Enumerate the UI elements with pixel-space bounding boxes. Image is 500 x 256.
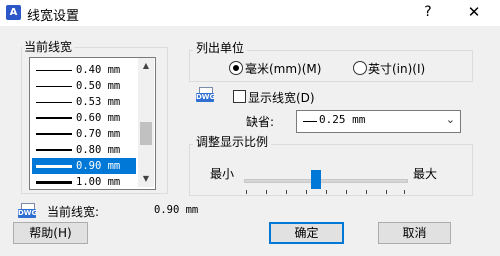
scroll-thumb[interactable] xyxy=(140,122,152,145)
scale-slider-track[interactable] xyxy=(244,179,408,183)
lineweight-sample-line xyxy=(36,181,72,184)
mm-radio[interactable] xyxy=(229,61,243,75)
lineweight-list[interactable]: 0.40 mm 0.50 mm 0.53 mm 0.60 mm 0.70 mm 0.80 … xyxy=(29,57,156,190)
scale-slider-thumb[interactable] xyxy=(311,170,321,189)
slider-tick xyxy=(346,190,347,194)
lineweight-sample-line xyxy=(36,133,72,135)
lineweight-list-item[interactable]: 0.90 mm xyxy=(32,158,136,174)
mm-radio-dot xyxy=(233,65,239,71)
lineweight-item-label: 0.50 mm xyxy=(76,80,121,92)
lineweight-item-label: 0.80 mm xyxy=(76,144,121,156)
lineweight-sample-line xyxy=(36,165,72,168)
lineweight-list-item[interactable]: 0.70 mm xyxy=(32,126,136,142)
lineweight-list-scrollbar[interactable]: ▲ ▼ xyxy=(138,58,154,187)
dwg-icon: DWG xyxy=(196,87,215,102)
chevron-down-icon[interactable]: ⌄ xyxy=(446,113,455,126)
lineweight-list-item[interactable]: 0.53 mm xyxy=(32,94,136,110)
scroll-up-icon[interactable]: ▲ xyxy=(138,59,154,73)
cancel-button[interactable]: 取消 xyxy=(378,222,451,244)
slider-tick xyxy=(404,190,405,194)
slider-tick xyxy=(286,190,287,194)
lineweight-sample-line xyxy=(36,117,72,119)
lineweight-item-label: 1.00 mm xyxy=(76,176,121,188)
current-lineweight-readout-label: 当前线宽: xyxy=(47,205,100,219)
lineweight-item-label: 0.60 mm xyxy=(76,112,121,124)
ok-button[interactable]: 确定 xyxy=(269,222,344,244)
default-label: 缺省: xyxy=(246,115,275,129)
dwg-icon: DWG xyxy=(18,203,37,218)
display-lineweight-label[interactable]: 显示线宽(D) xyxy=(248,89,315,106)
lineweight-sample-line xyxy=(36,70,72,71)
inch-radio-label[interactable]: 英寸(in)(I) xyxy=(368,60,425,77)
lineweight-list-item[interactable]: 0.60 mm xyxy=(32,110,136,126)
lineweight-list-item[interactable]: 0.40 mm xyxy=(32,62,136,78)
lineweight-sample-line xyxy=(36,102,72,103)
help-button[interactable]: 帮助(H) xyxy=(13,222,88,244)
lineweight-list-item[interactable]: 0.80 mm xyxy=(32,142,136,158)
slider-tick xyxy=(306,190,307,194)
close-button[interactable]: ✕ xyxy=(462,2,486,22)
lineweight-item-label: 0.90 mm xyxy=(76,160,121,172)
lineweight-item-label: 0.53 mm xyxy=(76,96,121,108)
lineweight-preview xyxy=(303,121,317,122)
default-lineweight-dropdown[interactable]: 0.25 mm ⌄ xyxy=(296,110,461,133)
inch-radio[interactable] xyxy=(353,61,367,75)
scale-max-label: 最大 xyxy=(413,167,438,181)
display-lineweight-checkbox[interactable] xyxy=(233,90,246,103)
title-bar: A 线宽设置 ? ✕ xyxy=(0,0,500,26)
current-lineweight-group-label: 当前线宽 xyxy=(22,38,75,55)
lineweight-sample-line xyxy=(36,149,72,151)
mm-radio-label[interactable]: 毫米(mm)(M) xyxy=(245,60,321,77)
lineweight-item-label: 0.70 mm xyxy=(76,128,121,140)
default-lineweight-value: 0.25 mm xyxy=(319,113,366,126)
lineweight-item-label: 0.40 mm xyxy=(76,64,121,76)
current-lineweight-readout-value: 0.90 mm xyxy=(154,204,199,216)
slider-tick xyxy=(366,190,367,194)
lineweight-sample-line xyxy=(36,86,72,87)
slider-tick xyxy=(386,190,387,194)
slider-tick xyxy=(266,190,267,194)
units-group-label: 列出单位 xyxy=(193,39,248,56)
slider-tick xyxy=(246,190,247,194)
app-logo-icon: A xyxy=(6,5,21,20)
scale-group-label: 调整显示比例 xyxy=(193,133,272,150)
help-question-button[interactable]: ? xyxy=(418,2,438,22)
lineweight-list-item[interactable]: 0.50 mm xyxy=(32,78,136,94)
scale-min-label: 最小 xyxy=(210,167,235,181)
slider-tick xyxy=(326,190,327,194)
scroll-down-icon[interactable]: ▼ xyxy=(138,172,154,186)
lineweight-list-item[interactable]: 1.00 mm xyxy=(32,174,136,189)
window-title: 线宽设置 xyxy=(27,9,80,24)
